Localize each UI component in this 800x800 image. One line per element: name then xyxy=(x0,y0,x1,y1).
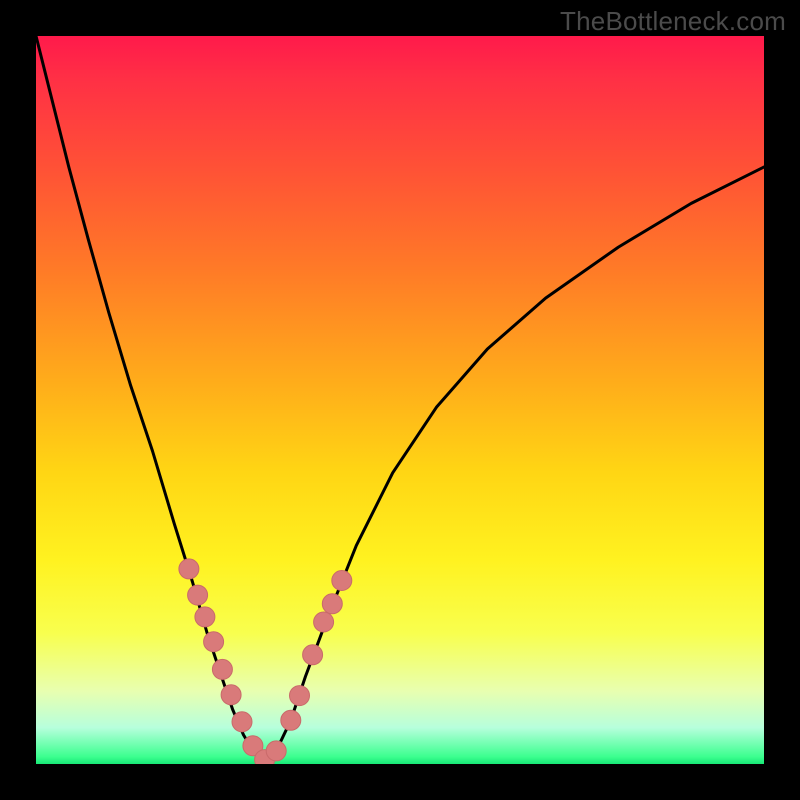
chart-overlay-svg xyxy=(36,36,764,764)
curve-marker xyxy=(188,585,208,605)
curve-marker xyxy=(179,559,199,579)
curve-marker xyxy=(303,645,323,665)
curve-marker xyxy=(266,741,286,761)
curve-marker xyxy=(221,685,241,705)
curve-marker xyxy=(195,607,215,627)
curve-marker xyxy=(281,710,301,730)
curve-marker xyxy=(204,632,224,652)
chart-plot-area xyxy=(36,36,764,764)
curve-marker xyxy=(212,659,232,679)
curve-marker xyxy=(290,686,310,706)
curve-marker xyxy=(322,594,342,614)
watermark-text: TheBottleneck.com xyxy=(560,6,786,37)
curve-marker xyxy=(232,712,252,732)
curve-marker xyxy=(332,571,352,591)
app-frame: TheBottleneck.com xyxy=(0,0,800,800)
curve-marker xyxy=(314,612,334,632)
marker-group xyxy=(179,559,352,764)
bottleneck-curve xyxy=(36,36,764,760)
